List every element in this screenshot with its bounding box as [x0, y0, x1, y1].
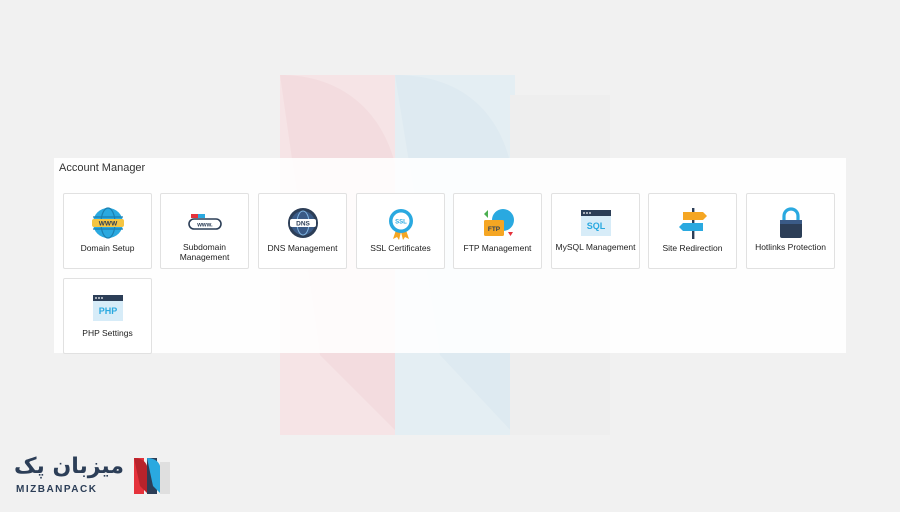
brand-name-latin: MIZBANPACK [16, 484, 98, 495]
svg-text:DNS: DNS [296, 221, 310, 228]
subdomain-bar-icon: www. [188, 214, 222, 230]
tile-label: FTP Management [463, 243, 532, 253]
php-window-icon: PHP [93, 295, 123, 321]
svg-text:www.: www. [196, 223, 213, 229]
tile-label: Hotlinks Protection [755, 242, 826, 252]
tile-dns-management[interactable]: DNS DNS Management [258, 193, 347, 269]
tile-subdomain-management[interactable]: www. Subdomain Management [160, 193, 249, 269]
tile-php-settings[interactable]: PHP PHP Settings [63, 278, 152, 354]
svg-text:PHP: PHP [99, 306, 118, 316]
tile-domain-setup[interactable]: WWW Domain Setup [63, 193, 152, 269]
svg-text:SQL: SQL [587, 221, 606, 231]
tile-label: Subdomain Management [179, 242, 230, 262]
signpost-icon [679, 208, 707, 239]
tile-label: Domain Setup [80, 243, 135, 253]
tile-hotlinks-protection[interactable]: Hotlinks Protection [746, 193, 835, 269]
account-manager-panel: Account Manager WWW Domain Setup www. Su… [54, 158, 846, 354]
panel-title: Account Manager [59, 162, 146, 174]
mysql-window-icon: SQL [581, 210, 611, 236]
globe-www-icon: WWW [92, 207, 124, 239]
tile-label: MySQL Management [555, 242, 636, 252]
tile-mysql-management[interactable]: SQL MySQL Management [551, 193, 640, 269]
brand-name-persian: میزبان پک [14, 454, 125, 479]
tile-label: DNS Management [267, 243, 338, 253]
tile-label: SSL Certificates [370, 243, 431, 253]
ssl-badge-icon: SSL [389, 209, 413, 240]
svg-text:FTP: FTP [488, 226, 501, 233]
tile-label: PHP Settings [82, 328, 133, 338]
brand-mark-icon [134, 458, 170, 494]
tile-ftp-management[interactable]: FTP FTP Management [453, 193, 542, 269]
svg-text:SSL: SSL [395, 220, 407, 226]
tile-ssl-certificates[interactable]: SSL SSL Certificates [356, 193, 445, 269]
ftp-folder-icon: FTP [484, 209, 514, 236]
tile-label: Site Redirection [662, 243, 723, 253]
padlock-icon [780, 207, 802, 238]
dns-globe-icon: DNS [288, 208, 318, 238]
tile-site-redirection[interactable]: Site Redirection [648, 193, 737, 269]
svg-text:WWW: WWW [99, 221, 118, 228]
brand-logo: میزبان پک MIZBANPACK [12, 450, 182, 500]
